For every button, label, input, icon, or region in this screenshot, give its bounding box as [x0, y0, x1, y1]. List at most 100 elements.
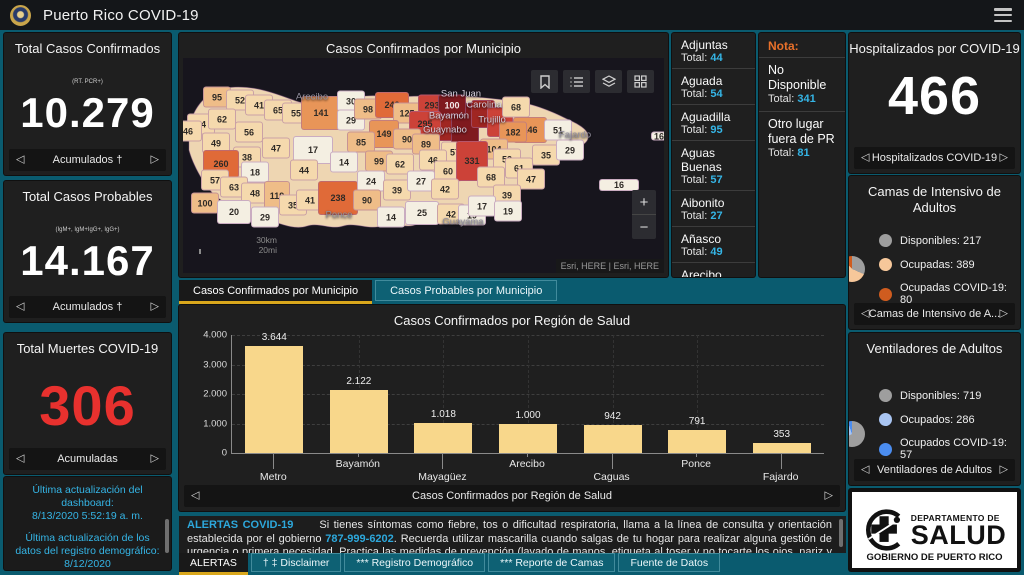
prev-arrow[interactable]: ◁ [16, 154, 24, 166]
prev-arrow[interactable]: ◁ [861, 464, 869, 476]
map-tab-strip: Casos Confirmados por Municipio Casos Pro… [179, 280, 558, 304]
ventiladores-legend-row: Disponibles: 719 [879, 389, 1020, 402]
next-arrow[interactable]: ▷ [151, 301, 159, 313]
layers-icon[interactable] [595, 70, 622, 93]
bar-Fajardo[interactable] [752, 442, 811, 453]
next-arrow[interactable]: ▷ [151, 453, 159, 465]
list-item[interactable]: Añasco Total: 49 [672, 227, 755, 263]
municipality-total: Total: 27 [681, 210, 723, 222]
map-title: Casos Confirmados por Municipio [325, 41, 522, 56]
map-municipality-cell[interactable]: 62 [208, 108, 236, 130]
map-municipality-cell[interactable]: 51 [544, 119, 572, 141]
map-municipality-cell[interactable]: 14 [377, 206, 405, 228]
map-municipality-cell[interactable]: 56 [235, 121, 263, 143]
map-municipality-cell[interactable]: 20 [217, 200, 251, 224]
x-axis-label: Bayamón [335, 458, 381, 470]
scrollbar[interactable] [165, 519, 169, 553]
map-municipality-cell[interactable]: 46 [183, 120, 202, 142]
prev-arrow[interactable]: ◁ [861, 308, 869, 320]
list-item[interactable]: AreciboTotal: 141 [672, 263, 755, 277]
zoom-out-button[interactable]: − [632, 215, 656, 239]
map-municipality-cell[interactable]: 100 [438, 94, 466, 116]
bottom-tab-3[interactable]: *** Reporte de Camas [488, 553, 616, 572]
muertes-value: 306 [39, 374, 136, 437]
footer-label: Hospitalizados COVID-19 [871, 152, 998, 164]
nota-total: Total: 81 [768, 147, 810, 159]
total-value: 49 [710, 246, 723, 258]
bar-Metro[interactable] [245, 345, 304, 453]
map-municipality-cell[interactable]: 25 [405, 201, 439, 225]
x-axis-label: Metro [259, 471, 287, 483]
camas-legend: Disponibles: 217 Ocupadas: 389 Ocupadas CO… [849, 234, 1020, 306]
prev-arrow[interactable]: ◁ [191, 490, 199, 502]
map-municipality-cell[interactable]: 14 [330, 151, 358, 173]
map-municipality-cell[interactable]: 47 [262, 137, 290, 159]
menu-icon[interactable] [994, 8, 1012, 22]
next-arrow[interactable]: ▷ [1000, 152, 1008, 164]
y-axis-tick: 4.000 [203, 329, 227, 341]
zoom-in-button[interactable]: + [632, 190, 656, 215]
bar-Bayamón[interactable] [329, 390, 388, 453]
map-municipality-cell[interactable]: 44 [290, 159, 318, 181]
map-municipality-cell[interactable]: 85 [347, 131, 375, 153]
map-municipality-cell[interactable]: 47 [517, 168, 545, 190]
legend-list-icon[interactable] [563, 70, 590, 93]
map-municipality-cell[interactable]: 19 [494, 200, 522, 222]
x-axis-label: Caguas [593, 471, 630, 483]
prev-arrow[interactable]: ◁ [16, 301, 24, 313]
map-tab-0[interactable]: Casos Confirmados por Municipio [179, 280, 373, 304]
next-arrow[interactable]: ▷ [151, 154, 159, 166]
basemap-grid-icon[interactable] [627, 70, 654, 93]
bar-Ponce[interactable] [668, 429, 727, 453]
legend-label: Ocupados COVID-19: 57 [900, 437, 1007, 461]
card-title: Hospitalizados por COVID-19 [849, 41, 1020, 56]
choropleth-map[interactable]: 9552416555141302998242125293100685462465… [183, 58, 664, 273]
next-arrow[interactable]: ▷ [825, 490, 833, 502]
prev-arrow[interactable]: ◁ [16, 453, 24, 465]
bottom-tab-strip: ALERTAS † ‡ Disclaimer *** Registro Demogr… [179, 553, 721, 575]
update-line: 8/13/2020 5:52:19 a. m. [32, 510, 143, 522]
total-value: 81 [797, 147, 810, 159]
bottom-tab-1[interactable]: † ‡ Disclaimer [250, 553, 342, 572]
bar-value-label: 1.018 [430, 408, 456, 420]
legend-dot-icon [879, 234, 892, 247]
bottom-tab-0[interactable]: ALERTAS [179, 553, 248, 575]
map-municipality-cell[interactable]: 29 [556, 139, 584, 161]
bottom-tab-2[interactable]: *** Registro Demográfico [344, 553, 486, 572]
municipality-total: Total: 57 [681, 174, 723, 186]
phone-link[interactable]: 787-999-6202 [325, 533, 394, 545]
map-municipality-cell[interactable]: 238 [318, 181, 358, 215]
bar-Arecibo[interactable] [499, 423, 557, 453]
list-item[interactable]: Adjuntas Total: 44 [672, 33, 755, 69]
map-municipality-cell[interactable]: 141 [301, 96, 341, 130]
bottom-tab-4[interactable]: Fuente de Datos [618, 553, 721, 572]
map-municipality-cell[interactable]: 24 [357, 170, 385, 192]
bar-Caguas[interactable] [583, 425, 642, 453]
x-axis-label: Arecibo [509, 458, 545, 470]
bookmark-icon[interactable] [531, 70, 558, 93]
list-item[interactable]: Aibonito Total: 27 [672, 191, 755, 227]
municipality-total: Total: 95 [681, 124, 723, 136]
map-tab-1[interactable]: Casos Probables por Municipio [375, 280, 558, 301]
map-municipality-cell[interactable]: 16 [651, 131, 664, 141]
card-total-casos-probables: Total Casos Probables (IgM+, IgM+IgG+, I… [4, 181, 171, 322]
map-municipality-cell[interactable]: 17 [468, 195, 496, 217]
card-title: Total Casos Confirmados [14, 41, 161, 56]
map-municipality-cell[interactable]: 68 [502, 96, 530, 118]
x-axis-tick [527, 453, 528, 457]
map-municipality-cell[interactable]: 100 [191, 192, 219, 214]
ventiladores-legend-row: Ocupados COVID-19: 57 [879, 437, 1020, 461]
bar-chart: 4.000 3.000 2.000 1.000 0 3.644 2.122 1.018 1.00… [203, 330, 824, 459]
salud-line3: GOBIERNO DE PUERTO RICO [866, 552, 1003, 563]
next-arrow[interactable]: ▷ [1000, 464, 1008, 476]
list-item[interactable]: Aguadilla Total: 95 [672, 105, 755, 141]
next-arrow[interactable]: ▷ [1000, 308, 1008, 320]
map-municipality-cell[interactable]: 42 [431, 178, 459, 200]
scrollbar[interactable] [839, 519, 843, 547]
list-item[interactable]: Aguas Buenas Total: 57 [672, 141, 755, 191]
bar-Mayagüez[interactable] [414, 422, 473, 453]
list-item[interactable]: Aguada Total: 54 [672, 69, 755, 105]
map-municipality-cell[interactable]: 29 [251, 206, 279, 228]
footer-label: Casos Confirmados por Región de Salud [412, 490, 612, 502]
prev-arrow[interactable]: ◁ [861, 152, 869, 164]
